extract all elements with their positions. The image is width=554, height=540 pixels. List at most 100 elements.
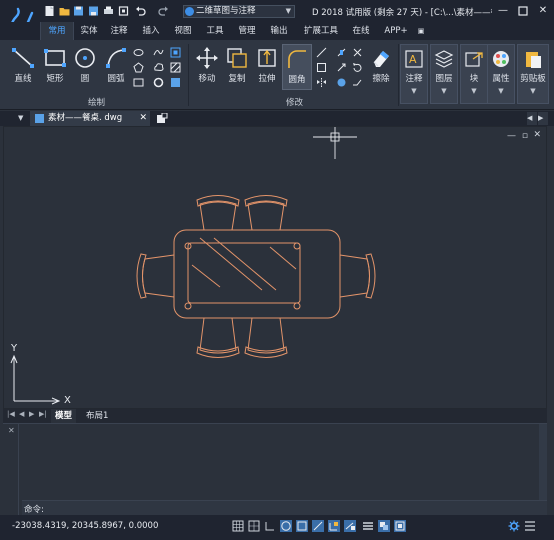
line-icon: [12, 48, 34, 68]
ortho-mode-icon[interactable]: [264, 520, 276, 532]
lineweight-icon[interactable]: [362, 520, 374, 532]
move-tool-button[interactable]: 移动: [193, 46, 221, 84]
save-icon[interactable]: [73, 5, 84, 17]
tab-solid[interactable]: 实体: [76, 22, 102, 40]
zoom-extents-icon[interactable]: [118, 5, 129, 17]
crosshair-cursor: [313, 127, 357, 159]
customize-menu-icon[interactable]: [524, 520, 536, 532]
save-as-icon[interactable]: [88, 5, 99, 17]
join-icon[interactable]: [352, 77, 363, 88]
arc-tool-label: 圆弧: [107, 74, 125, 84]
close-command-icon[interactable]: ✕: [8, 426, 15, 435]
tab-online[interactable]: 在线: [348, 22, 374, 40]
region-icon[interactable]: [170, 47, 181, 58]
layer-panel-button[interactable]: 图层 ▼: [430, 44, 458, 104]
tab-manage[interactable]: 管理: [234, 22, 260, 40]
snap-grid-icon[interactable]: [232, 520, 244, 532]
spline-icon[interactable]: [153, 47, 164, 58]
circle-tool-button[interactable]: 圆: [70, 46, 100, 84]
tab-output[interactable]: 输出: [266, 22, 292, 40]
block-panel-button[interactable]: 块 ▼: [460, 44, 488, 104]
properties-panel-button[interactable]: 属性 ▼: [487, 44, 515, 104]
draw-panel-label: 绘制: [88, 98, 106, 108]
new-file-icon[interactable]: [44, 5, 55, 17]
tab-model[interactable]: 模型: [51, 409, 77, 423]
ellipse-icon[interactable]: [133, 47, 144, 58]
settings-gear-icon[interactable]: [508, 520, 520, 532]
copy-tool-label: 复制: [228, 74, 246, 84]
block-panel-label: 块: [469, 74, 479, 84]
new-tab-icon[interactable]: [156, 112, 168, 124]
redo-icon[interactable]: [158, 5, 169, 17]
trim-icon[interactable]: [352, 47, 363, 58]
restore-button[interactable]: [516, 4, 530, 18]
gradient-icon[interactable]: [170, 77, 181, 88]
mirror-icon[interactable]: [316, 77, 327, 88]
tab-list-chevron-icon[interactable]: ▼: [18, 113, 28, 124]
move-icon: [196, 47, 218, 69]
svg-text:A: A: [409, 53, 417, 66]
offset-icon[interactable]: [316, 62, 327, 73]
open-folder-icon[interactable]: [59, 5, 70, 17]
object-snap-tracking-icon[interactable]: [312, 520, 324, 532]
ribbon-divider: [188, 44, 189, 106]
chevron-down-icon: ▼: [285, 7, 291, 15]
fillet-tool-button[interactable]: 圆角: [282, 44, 312, 90]
dynamic-ucs-icon[interactable]: [328, 520, 340, 532]
print-icon[interactable]: [103, 5, 114, 17]
erase-tool-button[interactable]: 擦除: [367, 46, 395, 84]
rectangle-tool-button[interactable]: 矩形: [40, 46, 70, 84]
last-layout-icon[interactable]: ▶|: [39, 410, 47, 418]
ribbon-toggle-icon[interactable]: ▣: [414, 22, 428, 40]
line-tool-button[interactable]: 直线: [8, 46, 38, 84]
tab-view[interactable]: 视图: [170, 22, 196, 40]
close-button[interactable]: ✕: [536, 4, 550, 18]
undo-icon[interactable]: [135, 5, 146, 17]
dynamic-input-icon[interactable]: [344, 520, 356, 532]
drawing-canvas[interactable]: — ▫ ✕ Y X: [3, 126, 547, 409]
command-line[interactable]: 命令:: [22, 500, 547, 515]
chevron-down-icon: ▼: [471, 87, 477, 95]
polygon-icon[interactable]: [133, 62, 144, 73]
scale-icon[interactable]: [336, 62, 347, 73]
prev-layout-icon[interactable]: ◀: [19, 410, 24, 418]
tab-app-plus[interactable]: APP+: [380, 22, 412, 40]
transparency-icon[interactable]: [378, 520, 390, 532]
copy-tool-button[interactable]: 复制: [223, 46, 251, 84]
tab-common[interactable]: 常用: [40, 22, 74, 40]
ribbon-divider: [398, 44, 399, 106]
break-icon[interactable]: [336, 47, 347, 58]
tab-annotate[interactable]: 注释: [106, 22, 132, 40]
tab-insert[interactable]: 插入: [138, 22, 164, 40]
donut-icon[interactable]: [153, 77, 164, 88]
clipboard-panel-button[interactable]: 剪贴板 ▼: [517, 44, 549, 104]
explode-icon[interactable]: [336, 77, 347, 88]
arc-tool-button[interactable]: 圆弧: [101, 46, 131, 84]
next-layout-icon[interactable]: ▶: [29, 410, 34, 418]
tab-layout1[interactable]: 布局1: [83, 409, 111, 423]
grid-display-icon[interactable]: [248, 520, 260, 532]
circle-icon: [75, 48, 95, 68]
array-icon[interactable]: [316, 47, 327, 58]
selection-cycling-icon[interactable]: [394, 520, 406, 532]
drawing-svg: [10, 127, 376, 405]
revcloud-icon[interactable]: [153, 62, 164, 73]
stretch-tool-button[interactable]: 拉伸: [253, 46, 281, 84]
hatch-icon[interactable]: [170, 62, 181, 73]
tab-tools[interactable]: 工具: [202, 22, 228, 40]
annotation-panel-button[interactable]: A 注释 ▼: [400, 44, 428, 104]
command-scrollbar[interactable]: [539, 424, 547, 501]
minimize-button[interactable]: —: [496, 4, 510, 18]
object-snap-icon[interactable]: [296, 520, 308, 532]
eraser-icon: [373, 51, 389, 67]
document-tab[interactable]: 素材——餐桌. dwg ✕: [30, 111, 150, 126]
first-layout-icon[interactable]: |◀: [7, 410, 15, 418]
polar-tracking-icon[interactable]: [280, 520, 292, 532]
scroll-tabs-left-icon[interactable]: ◀: [527, 112, 537, 125]
polyline-icon[interactable]: [133, 77, 144, 88]
rotate-icon[interactable]: [352, 62, 363, 73]
workspace-select[interactable]: 二维草图与注释 ▼: [183, 5, 295, 18]
scroll-tabs-right-icon[interactable]: ▶: [538, 112, 548, 125]
tab-extension-tools[interactable]: 扩展工具: [298, 22, 344, 40]
close-tab-icon[interactable]: ✕: [139, 111, 147, 126]
